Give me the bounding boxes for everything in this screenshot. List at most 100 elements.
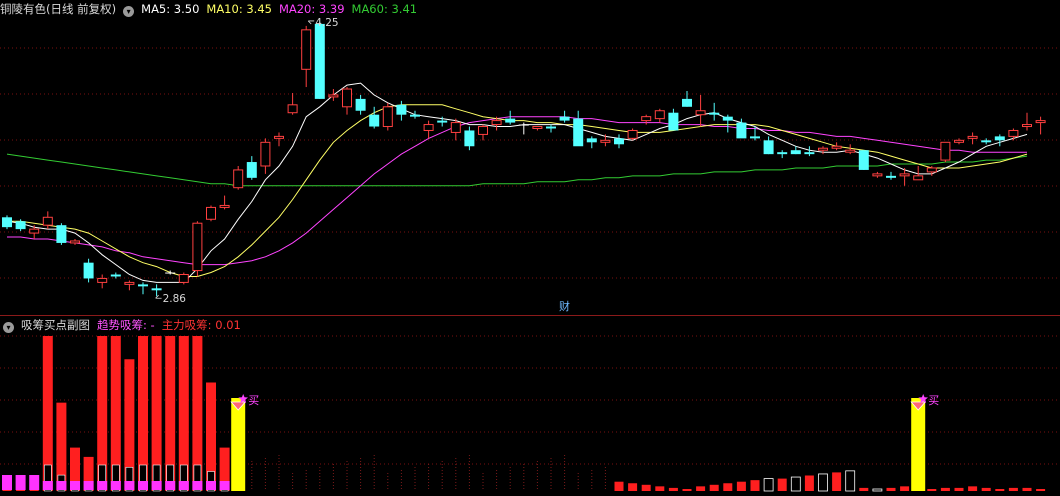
candle-body (845, 149, 856, 153)
main-accumulation-bar (832, 472, 842, 491)
main-accumulation-bar (872, 488, 883, 492)
candle-body (342, 88, 352, 108)
candle-body (940, 141, 951, 161)
financial-report-badge[interactable]: 财 (559, 301, 570, 313)
candle-body (15, 221, 26, 230)
kline-chart-canvas: 4.25 2.86 买 买 (0, 17, 1060, 492)
main-accumulation-bar (804, 475, 814, 491)
candle-body (790, 150, 801, 155)
candle-bullish (695, 94, 706, 127)
candle-bearish (410, 110, 420, 119)
ma10-line (7, 104, 1028, 277)
candle-bullish (831, 142, 842, 151)
main-accumulation-bar (940, 487, 950, 491)
candle-bearish (682, 91, 692, 107)
high-pointer-icon (307, 20, 315, 25)
candle-body (505, 118, 516, 123)
candle-body (110, 274, 121, 277)
candle-body (818, 147, 828, 151)
main-accumulation-bar (682, 489, 692, 491)
magenta-base-bar (29, 475, 40, 490)
candle-body (559, 116, 570, 121)
candle-bullish (1035, 116, 1046, 135)
candle-bearish (314, 21, 325, 99)
main-accumulation-bar (981, 487, 991, 491)
chart-annotations: 4.25 2.86 买 买 (155, 17, 939, 411)
candle-bullish (940, 141, 951, 163)
candle-bullish (233, 165, 244, 190)
trend-accumulation-bar (911, 398, 926, 491)
ma10-label: MA10: 3.45 (206, 2, 272, 16)
candle-bullish (967, 132, 978, 145)
main-accumulation-bar (723, 483, 733, 491)
candle-bullish (301, 25, 312, 88)
candle-body (518, 124, 529, 126)
candle-body (29, 228, 40, 234)
magenta-base-bar (178, 481, 189, 490)
high-price-label: 4.25 (315, 17, 338, 29)
chevron-down-icon[interactable]: ▾ (123, 6, 135, 17)
candle-body (641, 116, 652, 122)
candle-body (804, 152, 815, 155)
candle-bullish (192, 221, 203, 277)
candle-bearish (614, 134, 624, 149)
candle-body (369, 114, 380, 127)
magenta-base-bar (124, 481, 135, 490)
stock-title: 铜陵有色(日线 前复权) (0, 2, 117, 16)
sub-chart-title: 吸筹买点副图 (21, 318, 90, 332)
candle-bullish (478, 124, 488, 141)
candle-bullish (1008, 128, 1019, 141)
candle-bullish (600, 134, 611, 147)
candle-bearish (994, 134, 1005, 147)
candle-body (138, 284, 148, 287)
magenta-base-bar (219, 481, 230, 490)
magenta-base-bar (138, 481, 148, 490)
candle-body (355, 98, 366, 111)
chevron-down-icon[interactable]: ▾ (3, 322, 14, 333)
candle-bullish (260, 138, 271, 174)
trend-accumulation-bar (231, 398, 246, 491)
candle-body (314, 23, 325, 99)
main-accumulation-bar (927, 489, 937, 491)
candle-body (124, 281, 135, 285)
candle-bearish (981, 138, 992, 145)
buy-signal-label: 买 (248, 394, 259, 407)
candle-body (437, 120, 448, 123)
candle-body (491, 120, 502, 126)
candle-bullish (654, 108, 665, 123)
candle-bearish (464, 126, 475, 151)
candle-bearish (369, 106, 380, 129)
candle-body (151, 288, 162, 291)
magenta-base-bar (42, 481, 53, 490)
candle-bearish (668, 108, 679, 131)
candle-body (654, 110, 665, 120)
magenta-base-bar (151, 481, 162, 490)
main-accumulation-bar (777, 478, 787, 491)
main-accumulation-bar (995, 489, 1005, 491)
sub-chart-header: ▾ 吸筹买点副图 趋势吸筹: - 主力吸筹: 0.01 (0, 317, 248, 333)
main-accumulation-bar (968, 486, 978, 491)
candle-body (192, 222, 203, 272)
candle-body (763, 140, 774, 155)
candle-bearish (138, 282, 148, 295)
ma20-label: MA20: 3.39 (278, 2, 345, 16)
candle-bullish (219, 195, 230, 210)
candle-bullish (70, 238, 80, 245)
candle-body (233, 169, 244, 189)
candle-bullish (872, 171, 883, 178)
main-accumulation-bar (859, 487, 869, 491)
candle-body (328, 94, 339, 98)
candle-body (627, 129, 638, 139)
main-accumulation-bar (818, 473, 828, 492)
candle-body (246, 162, 257, 178)
candle-body (981, 140, 992, 143)
candle-body (722, 116, 733, 121)
candle-body (478, 126, 488, 135)
candle-body (2, 217, 12, 228)
candle-body (573, 118, 584, 147)
candle-body (301, 29, 312, 70)
main-accumulation-bar (696, 486, 706, 491)
candle-body (1035, 120, 1046, 124)
main-accumulation-bar (709, 484, 719, 491)
magenta-base-bar (15, 475, 26, 490)
